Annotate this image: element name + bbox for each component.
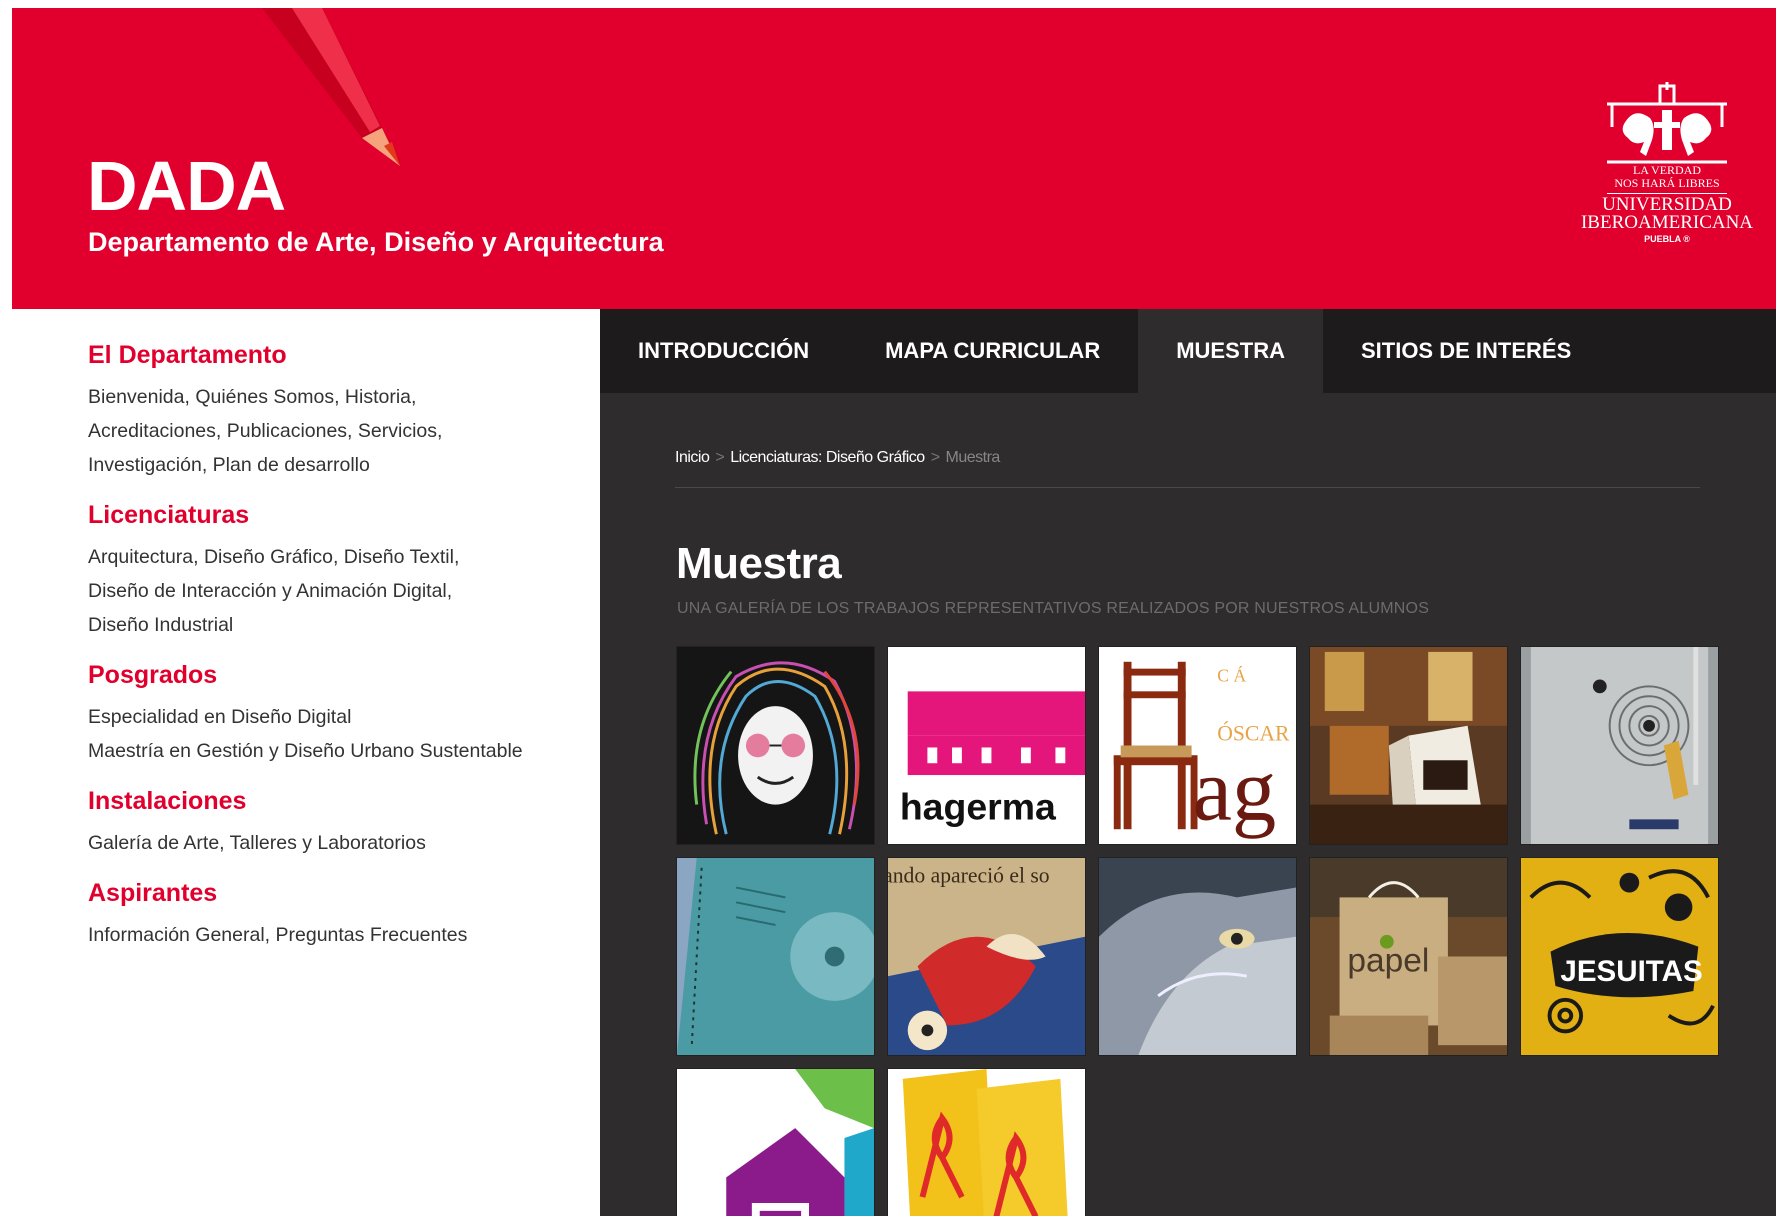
sidebar-link[interactable]: Acreditaciones, Publicaciones, Servicios… xyxy=(88,414,608,448)
gallery-thumb-wolf[interactable] xyxy=(1098,857,1297,1056)
packaging-photo-image xyxy=(1310,647,1507,844)
jesuitas-poster-image: JESUITAS xyxy=(1521,858,1718,1055)
gallery-thumb-ribbon[interactable] xyxy=(887,1068,1086,1216)
jesuitas-text: JESUITAS xyxy=(1560,955,1702,988)
book-cover-text: ando apareció el so xyxy=(888,864,1050,888)
nav-tab-mapa-curricular[interactable]: MAPA CURRICULAR xyxy=(847,309,1138,393)
ribbon-brochures-image xyxy=(888,1069,1085,1216)
breadcrumb-separator: > xyxy=(715,449,725,466)
nav-tab-sitios-de-interes[interactable]: SITIOS DE INTERÉS xyxy=(1323,309,1609,393)
sidebar-link[interactable]: Especialidad en Diseño Digital xyxy=(88,700,608,734)
page-title: Muestra xyxy=(676,539,842,588)
sidebar-section-departamento: El Departamento Bienvenida, Quiénes Somo… xyxy=(88,340,608,482)
university-crest-icon xyxy=(1607,82,1727,164)
chair-poster-caption: C Á xyxy=(1217,665,1246,685)
gallery-thumb-chair[interactable]: C Á ÓSCAR ag xyxy=(1098,646,1297,845)
sidebar-section-aspirantes: Aspirantes Información General, Pregunta… xyxy=(88,878,608,952)
gallery-thumb-hagerman[interactable]: hagerma xyxy=(887,646,1086,845)
sidebar-section-posgrados: Posgrados Especialidad en Diseño Digital… xyxy=(88,660,608,768)
sidebar-heading-aspirantes[interactable]: Aspirantes xyxy=(88,878,608,908)
page-subtitle: UNA GALERÍA DE LOS TRABAJOS REPRESENTATI… xyxy=(677,600,1430,617)
sidebar-link[interactable]: Galería de Arte, Talleres y Laboratorios xyxy=(88,826,608,860)
sidebar-link[interactable]: Diseño de Interacción y Animación Digita… xyxy=(88,574,608,608)
gallery-thumb-portrait[interactable] xyxy=(676,646,875,845)
sidebar-heading-departamento[interactable]: El Departamento xyxy=(88,340,608,370)
site-logo-title[interactable]: DADA xyxy=(87,146,286,226)
book-illustration-image: ando apareció el so xyxy=(888,858,1085,1055)
gallery-thumb-papel[interactable]: papel xyxy=(1309,857,1508,1056)
chair-poster-image: C Á ÓSCAR ag xyxy=(1099,647,1296,844)
house-logo-image xyxy=(677,1069,874,1216)
hagerman-text: hagerma xyxy=(900,785,1057,827)
sidebar-section-instalaciones: Instalaciones Galería de Arte, Talleres … xyxy=(88,786,608,860)
nav-tab-muestra[interactable]: MUESTRA xyxy=(1138,309,1323,393)
cd-book-photo-image xyxy=(677,858,874,1055)
site-header: DADA Departamento de Arte, Diseño y Arqu… xyxy=(12,8,1776,309)
breadcrumb-separator: > xyxy=(930,449,940,466)
university-motto-line2: NOS HARÁ LIBRES xyxy=(1614,176,1720,190)
sidebar-heading-licenciaturas[interactable]: Licenciaturas xyxy=(88,500,608,530)
site-logo-subtitle: Departamento de Arte, Diseño y Arquitect… xyxy=(88,227,664,257)
top-nav: INTRODUCCIÓN MAPA CURRICULAR MUESTRA SIT… xyxy=(600,309,1776,393)
chair-poster-letters: ag xyxy=(1193,741,1277,839)
nav-tab-introduccion[interactable]: INTRODUCCIÓN xyxy=(600,309,847,393)
gallery-thumb-packaging[interactable] xyxy=(1309,646,1508,845)
notebook-photo-image xyxy=(1521,647,1718,844)
gallery-thumb-book-illustration[interactable]: ando apareció el so xyxy=(887,857,1086,1056)
breadcrumb-licenciaturas[interactable]: Licenciaturas: Diseño Gráfico xyxy=(730,449,925,466)
breadcrumb-inicio[interactable]: Inicio xyxy=(675,449,710,466)
sidebar-link[interactable]: Información General, Preguntas Frecuente… xyxy=(88,918,608,952)
sidebar-link[interactable]: Bienvenida, Quiénes Somos, Historia, xyxy=(88,380,608,414)
papel-text: papel xyxy=(1347,942,1429,979)
university-name-line2: IBEROAMERICANA xyxy=(1580,212,1754,233)
wolf-painting-image xyxy=(1099,858,1296,1055)
portrait-image xyxy=(677,647,874,844)
sidebar-section-licenciaturas: Licenciaturas Arquitectura, Diseño Gráfi… xyxy=(88,500,608,642)
sidebar-link[interactable]: Diseño Industrial xyxy=(88,608,608,642)
sidebar-link[interactable]: Arquitectura, Diseño Gráfico, Diseño Tex… xyxy=(88,540,608,574)
hagerman-logo-image: hagerma xyxy=(888,647,1085,844)
gallery-thumb-house-logo[interactable] xyxy=(676,1068,875,1216)
sidebar-link[interactable]: Maestría en Gestión y Diseño Urbano Sust… xyxy=(88,734,608,768)
university-city: PUEBLA ® xyxy=(1644,234,1690,244)
breadcrumb: Inicio > Licenciaturas: Diseño Gráfico > Mue… xyxy=(675,449,1700,488)
gallery-thumb-jesuitas[interactable]: JESUITAS xyxy=(1520,857,1719,1056)
sidebar-heading-posgrados[interactable]: Posgrados xyxy=(88,660,608,690)
gallery-thumb-cd-book[interactable] xyxy=(676,857,875,1056)
main-panel: INTRODUCCIÓN MAPA CURRICULAR MUESTRA SIT… xyxy=(600,309,1776,1216)
sidebar-link[interactable]: Investigación, Plan de desarrollo xyxy=(88,448,608,482)
gallery-grid: hagerma C Á ÓSCAR ag ando apareció el so… xyxy=(676,646,1726,1216)
gallery-thumb-notebook[interactable] xyxy=(1520,646,1719,845)
sidebar: El Departamento Bienvenida, Quiénes Somo… xyxy=(88,340,608,970)
papel-bags-image: papel xyxy=(1310,858,1507,1055)
university-logo[interactable]: LA VERDAD NOS HARÁ LIBRES UNIVERSIDAD IB… xyxy=(1572,82,1762,272)
sidebar-heading-instalaciones[interactable]: Instalaciones xyxy=(88,786,608,816)
breadcrumb-current: Muestra xyxy=(945,449,1001,466)
